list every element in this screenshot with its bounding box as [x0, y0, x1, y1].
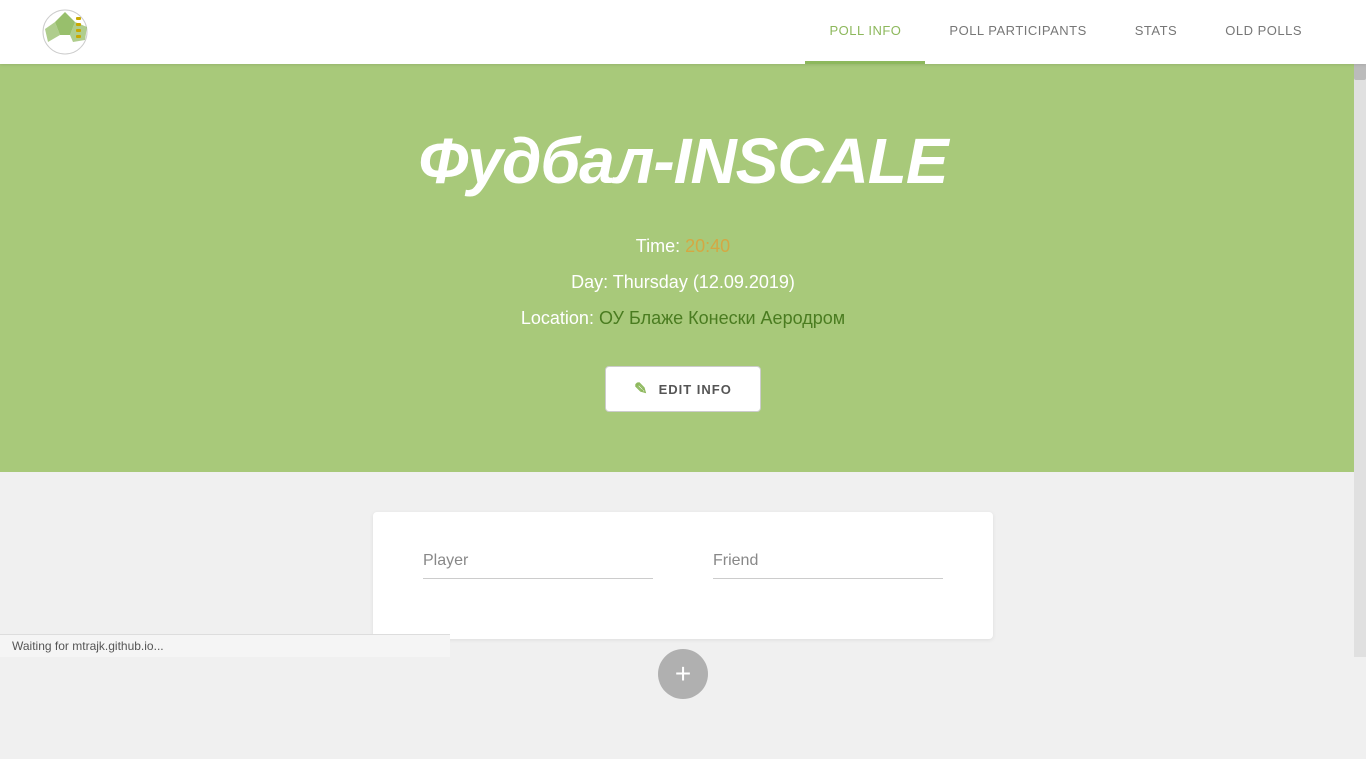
- day-row: Day: Thursday (12.09.2019): [521, 264, 845, 300]
- edit-icon: ✎: [634, 379, 648, 399]
- time-row: Time: 20:40: [521, 228, 845, 264]
- nav-links: POLL INFO POLL PARTICIPANTS STATS OLD PO…: [805, 0, 1326, 64]
- time-label: Time:: [636, 236, 685, 256]
- edit-info-label: EDIT INFO: [659, 382, 732, 397]
- status-text: Waiting for mtrajk.github.io...: [12, 639, 164, 653]
- status-bar: Waiting for mtrajk.github.io...: [0, 634, 450, 657]
- hero-title: Фудбал-INSCALE: [418, 124, 947, 198]
- player-row: Player Friend: [423, 552, 943, 579]
- nav-item-old-polls[interactable]: OLD POLLS: [1201, 0, 1326, 64]
- edit-info-button[interactable]: ✎ EDIT INFO: [605, 366, 761, 412]
- player-card: Player Friend: [373, 512, 993, 639]
- lower-section: Player Friend +: [0, 472, 1366, 759]
- navbar: POLL INFO POLL PARTICIPANTS STATS OLD PO…: [0, 0, 1366, 64]
- location-row: Location: ОУ Блаже Конески Аеродром: [521, 300, 845, 336]
- day-label: Day:: [571, 272, 613, 292]
- hero-info: Time: 20:40 Day: Thursday (12.09.2019) L…: [521, 228, 845, 336]
- scrollbar[interactable]: [1354, 0, 1366, 657]
- location-value: ОУ Блаже Конески Аеродром: [599, 308, 845, 328]
- logo[interactable]: [40, 7, 90, 57]
- player-field: Player: [423, 552, 653, 579]
- time-value: 20:40: [685, 236, 730, 256]
- nav-item-stats[interactable]: STATS: [1111, 0, 1201, 64]
- nav-item-poll-info[interactable]: POLL INFO: [805, 0, 925, 64]
- nav-item-poll-participants[interactable]: POLL PARTICIPANTS: [925, 0, 1110, 64]
- day-value: Thursday (12.09.2019): [613, 272, 795, 292]
- add-icon: +: [675, 658, 691, 690]
- location-label: Location:: [521, 308, 599, 328]
- friend-field: Friend: [713, 552, 943, 579]
- friend-label: Friend: [713, 552, 943, 579]
- hero-section: Фудбал-INSCALE Time: 20:40 Day: Thursday…: [0, 64, 1366, 472]
- player-label: Player: [423, 552, 653, 579]
